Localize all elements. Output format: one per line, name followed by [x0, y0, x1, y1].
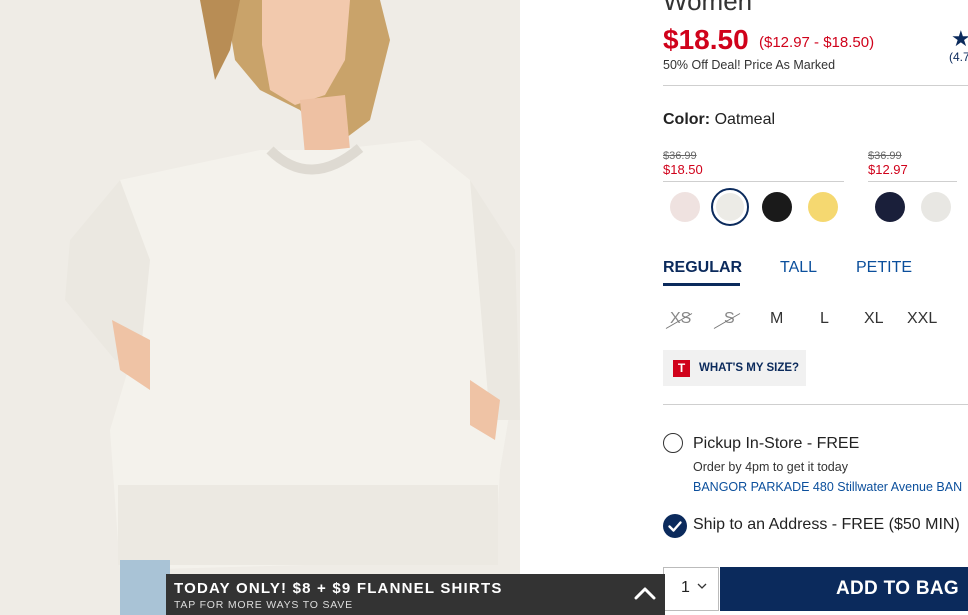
group-divider: [868, 181, 957, 182]
group-old-price: $36.99: [868, 150, 902, 162]
pickup-note: Order by 4pm to get it today: [693, 460, 848, 474]
ship-radio-checked[interactable]: [663, 514, 687, 538]
promo-title[interactable]: TODAY ONLY! $8 + $9 FLANNEL SHIRTS: [174, 580, 503, 597]
size-xl[interactable]: XL: [864, 310, 884, 328]
promo-subtitle[interactable]: TAP FOR MORE WAYS TO SAVE: [174, 599, 353, 611]
swatch-oatmeal-selected[interactable]: [711, 188, 749, 226]
tab-regular[interactable]: REGULAR: [663, 259, 742, 277]
group-divider: [663, 181, 844, 182]
chevron-down-icon: [697, 583, 707, 589]
size-l[interactable]: L: [820, 310, 829, 328]
quantity-value[interactable]: 1: [681, 579, 690, 597]
product-title: Women: [663, 0, 753, 16]
group-old-price: $36.99: [663, 150, 697, 162]
add-to-bag-label[interactable]: ADD TO BAG: [836, 578, 959, 600]
group-sale-price: $12.97: [868, 162, 908, 177]
quantity-select[interactable]: [663, 567, 719, 611]
selected-color-name: Oatmeal: [714, 111, 776, 128]
tab-tall[interactable]: TALL: [780, 259, 817, 277]
tab-petite[interactable]: PETITE: [856, 259, 912, 277]
swatch-black[interactable]: [762, 192, 792, 222]
pickup-radio[interactable]: [663, 433, 683, 453]
group-sale-price: $18.50: [663, 162, 703, 177]
price-range: ($12.97 - $18.50): [759, 34, 875, 51]
color-label-row: Color: Oatmeal: [663, 111, 775, 129]
swatch-light-grey[interactable]: [921, 192, 951, 222]
pickup-label[interactable]: Pickup In-Store - FREE: [693, 435, 859, 453]
swatch-blush-pink[interactable]: [670, 192, 700, 222]
checkmark-icon: [668, 521, 682, 532]
product-photo-illustration: [0, 0, 520, 615]
size-helper-logo-icon: T: [673, 360, 690, 377]
swatch-yellow[interactable]: [808, 192, 838, 222]
swatch-navy[interactable]: [875, 192, 905, 222]
store-link[interactable]: BANGOR PARKADE 480 Stillwater Avenue BAN: [693, 480, 962, 494]
star-icon[interactable]: ★: [951, 26, 968, 52]
divider: [663, 85, 968, 86]
whats-my-size-label[interactable]: WHAT'S MY SIZE?: [699, 362, 799, 374]
product-image[interactable]: [0, 0, 520, 615]
divider: [663, 404, 968, 405]
size-xxl[interactable]: XXL: [907, 310, 937, 328]
ship-label[interactable]: Ship to an Address - FREE ($50 MIN): [693, 516, 960, 534]
chevron-up-icon[interactable]: [634, 586, 656, 600]
deal-text: 50% Off Deal! Price As Marked: [663, 58, 836, 72]
size-m[interactable]: M: [770, 310, 783, 328]
sale-price: $18.50: [663, 24, 749, 55]
rating-text[interactable]: (4.7: [949, 50, 968, 64]
color-label: Color:: [663, 111, 711, 128]
active-tab-indicator: [663, 283, 740, 286]
